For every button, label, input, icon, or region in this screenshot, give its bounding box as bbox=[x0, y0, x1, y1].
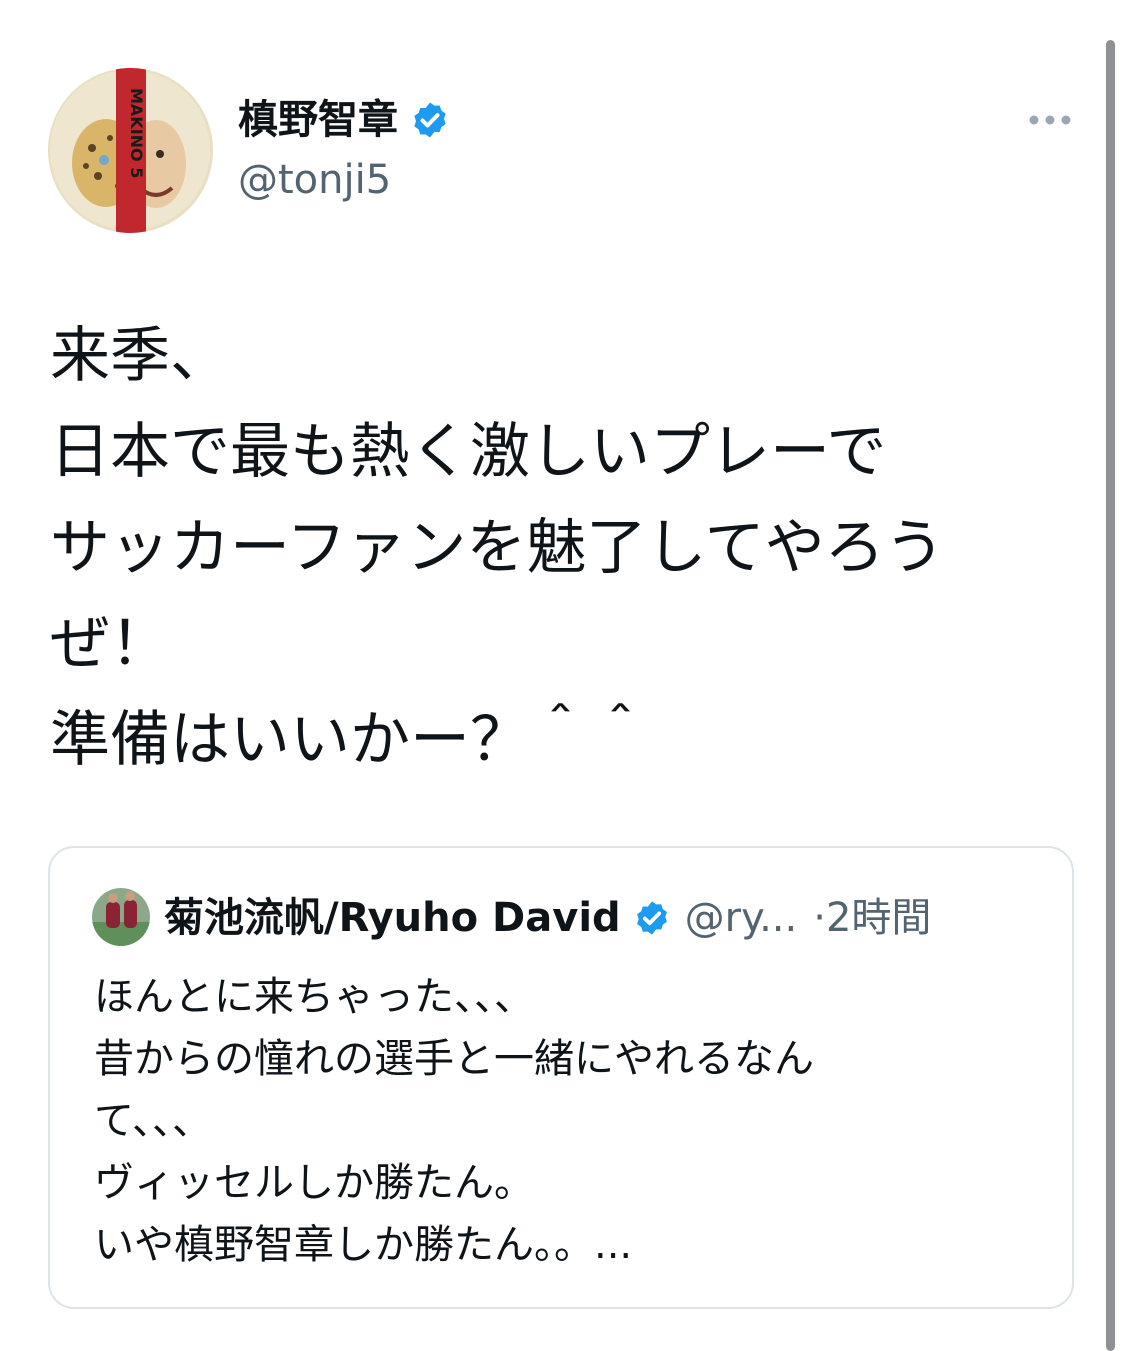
author-display-name-row[interactable]: 槙野智章 bbox=[238, 94, 450, 146]
quoted-tweet-timestamp[interactable]: ·2時間 bbox=[813, 894, 931, 942]
quoted-author-avatar[interactable] bbox=[92, 888, 150, 946]
scrollbar[interactable] bbox=[1106, 40, 1115, 1351]
quoted-author-avatar-image bbox=[92, 888, 150, 946]
quoted-tweet-text-line: ほんとに来ちゃった、、、 bbox=[94, 974, 534, 1020]
quoted-tweet-text: ほんとに来ちゃった、、、 昔からの憧れの選手と一緒にやれるなん て、、、 ヴィッ… bbox=[94, 966, 994, 1276]
verified-badge-icon bbox=[414, 102, 446, 138]
quoted-author-handle[interactable]: @ry... bbox=[685, 894, 798, 942]
quoted-tweet-card[interactable]: 菊池流帆/Ryuho David @ry... ·2時間 ほんとに来ちゃった、、… bbox=[48, 846, 1074, 1309]
verified-badge-icon bbox=[636, 901, 667, 935]
quoted-tweet-header: 菊池流帆/Ryuho David @ry... ·2時間 bbox=[164, 894, 931, 942]
avatar-logo-text: MAKINO 5 bbox=[127, 88, 146, 178]
quoted-tweet-text-line: ヴィッセルしか勝たん。 bbox=[94, 1160, 534, 1206]
more-options-icon[interactable] bbox=[1024, 104, 1076, 136]
author-display-name[interactable]: 槙野智章 bbox=[238, 94, 398, 146]
quoted-tweet-text-line: 昔からの憧れの選手と一緒にやれるなん bbox=[94, 1036, 814, 1082]
quoted-tweet-text-line: て、、、 bbox=[94, 1098, 212, 1144]
tweet-text-line: 日本で最も熱く激しいプレーで bbox=[50, 417, 887, 487]
tweet-text-line: サッカーファンを魅了してやろう bbox=[50, 513, 945, 583]
tweet-text-line: 準備はいいかー？＾＾ bbox=[50, 705, 650, 775]
author-handle[interactable]: @tonji5 bbox=[238, 154, 391, 206]
quoted-tweet-text-line: いや槙野智章しか勝たん。。... bbox=[94, 1222, 633, 1268]
author-avatar[interactable]: MAKINO 5 bbox=[48, 68, 213, 233]
tweet-text: 来季、 日本で最も熱く激しいプレーで サッカーファンを魅了してやろう ぜ！ 準備… bbox=[50, 308, 1090, 788]
author-avatar-image: MAKINO 5 bbox=[48, 68, 213, 233]
tweet-text-line: 来季、 bbox=[50, 321, 230, 391]
quoted-author-display-name[interactable]: 菊池流帆/Ryuho David bbox=[164, 894, 621, 942]
tweet-text-line: ぜ！ bbox=[50, 609, 170, 679]
